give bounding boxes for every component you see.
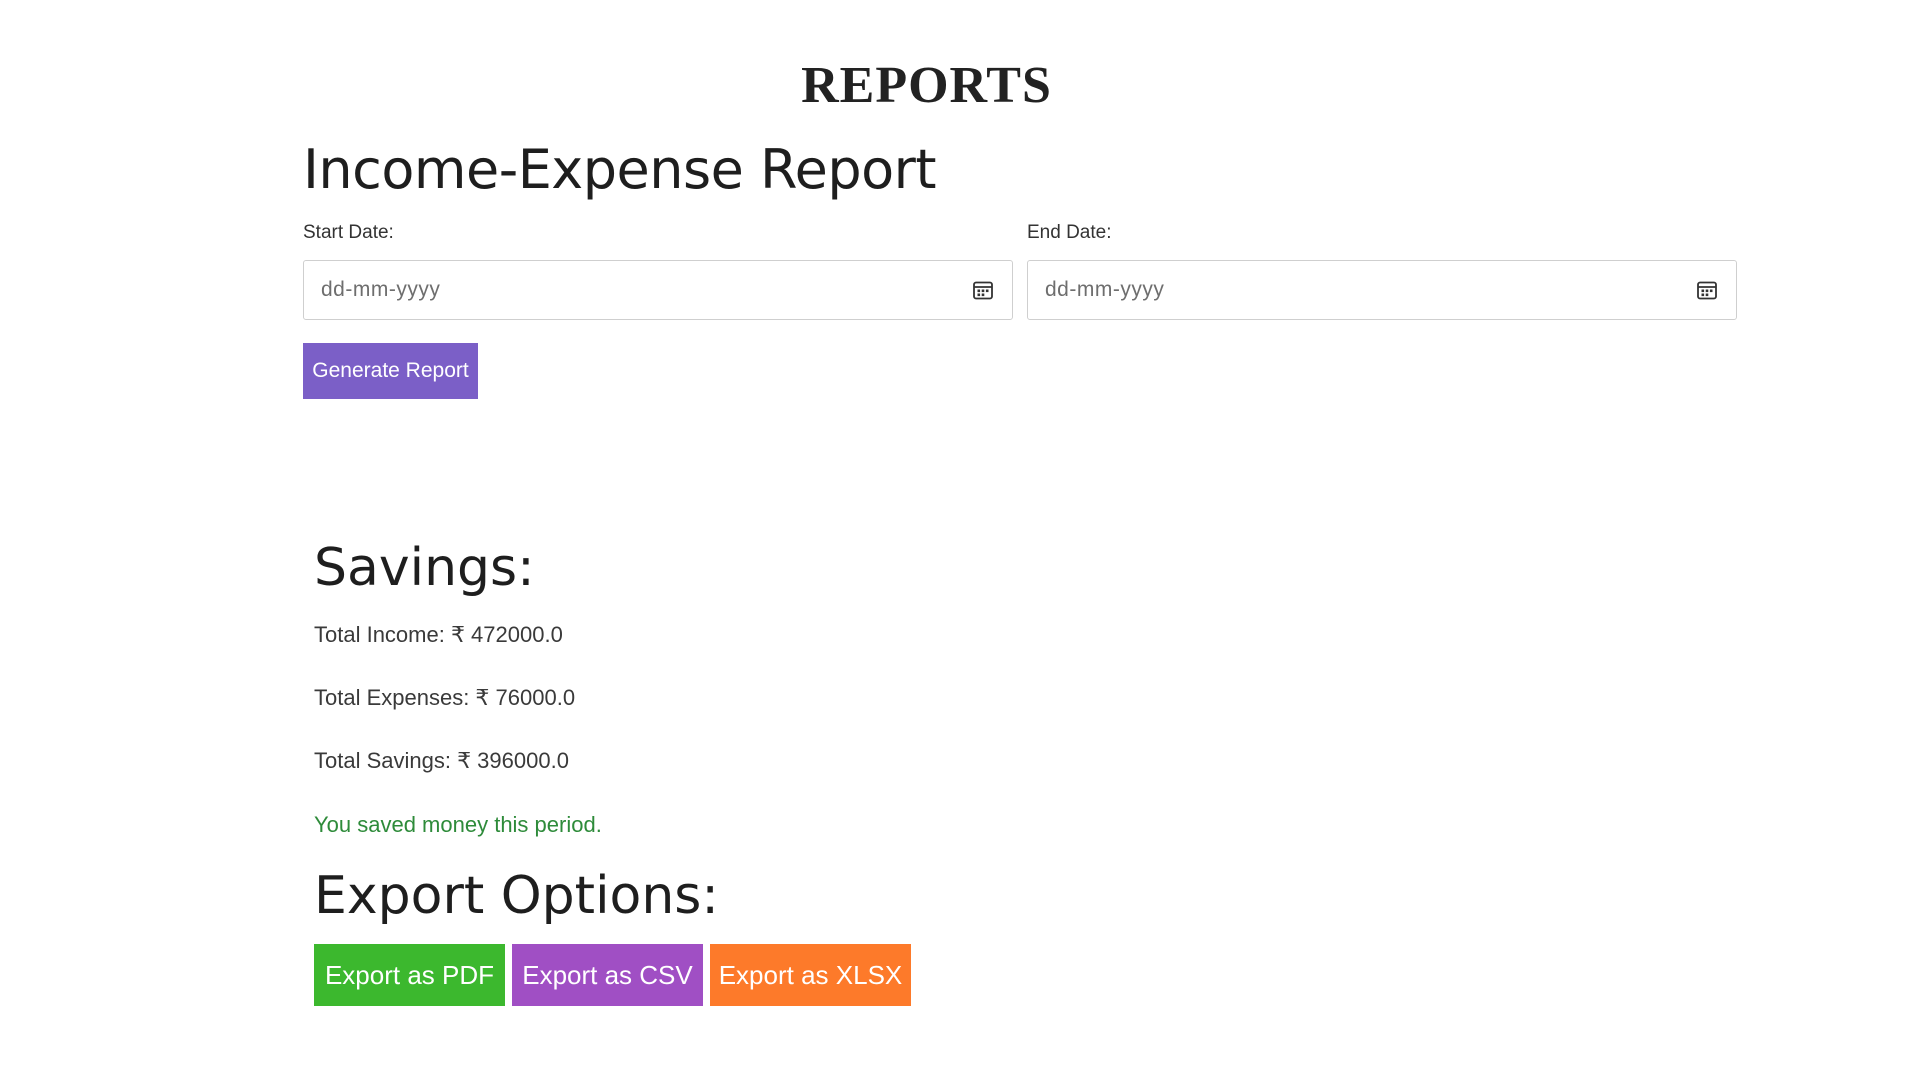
start-date-input[interactable]: dd-mm-yyyy <box>303 260 1013 320</box>
calendar-icon[interactable] <box>972 279 994 301</box>
total-expenses-text: Total Expenses: ₹ 76000.0 <box>314 685 576 710</box>
start-date-placeholder: dd-mm-yyyy <box>321 278 441 301</box>
export-csv-button[interactable]: Export as CSV <box>512 944 703 1006</box>
export-pdf-button[interactable]: Export as PDF <box>314 944 505 1006</box>
export-buttons-group: Export as PDF Export as CSV Export as XL… <box>314 944 911 1006</box>
export-options-title: Export Options: <box>314 866 719 926</box>
end-date-label: End Date: <box>1027 222 1112 243</box>
end-date-placeholder: dd-mm-yyyy <box>1045 278 1165 301</box>
total-income-text: Total Income: ₹ 472000.0 <box>314 622 563 647</box>
calendar-icon[interactable] <box>1696 279 1718 301</box>
export-xlsx-button[interactable]: Export as XLSX <box>710 944 911 1006</box>
savings-status-message: You saved money this period. <box>314 812 602 837</box>
generate-report-button[interactable]: Generate Report <box>303 343 478 399</box>
reports-page: REPORTS Income-Expense Report Start Date… <box>0 0 1920 1080</box>
start-date-label: Start Date: <box>303 222 394 243</box>
report-title: Income-Expense Report <box>303 138 937 201</box>
page-heading: REPORTS <box>801 57 1052 114</box>
end-date-input[interactable]: dd-mm-yyyy <box>1027 260 1737 320</box>
savings-title: Savings: <box>314 538 535 598</box>
total-savings-text: Total Savings: ₹ 396000.0 <box>314 748 569 773</box>
